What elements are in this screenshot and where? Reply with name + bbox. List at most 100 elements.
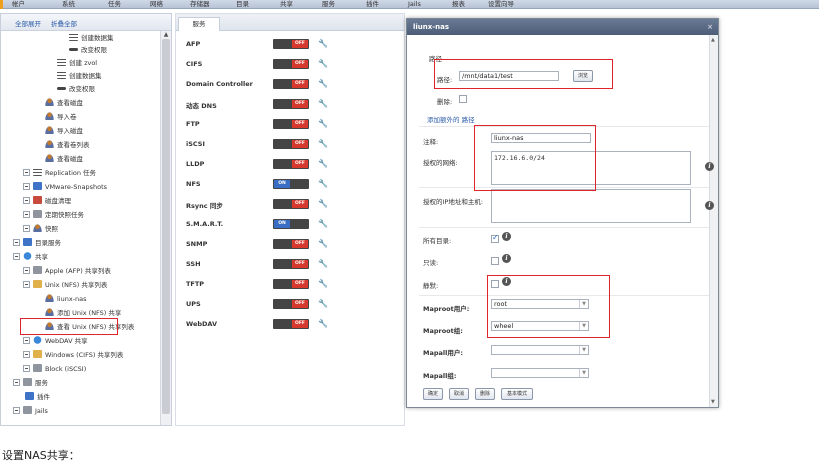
- tree-item[interactable]: 磁盘清理: [23, 196, 71, 206]
- close-icon[interactable]: ×: [707, 19, 713, 35]
- tree-item-liunx-nas[interactable]: liunx-nas: [45, 294, 87, 304]
- expand-toggle[interactable]: [23, 365, 30, 372]
- wrench-icon[interactable]: 🔧: [318, 279, 328, 288]
- expand-toggle[interactable]: [23, 169, 30, 176]
- maproot-group-select[interactable]: wheel ▼: [491, 321, 589, 331]
- tree-item[interactable]: 共享: [13, 252, 48, 262]
- menu-jails[interactable]: Jails: [408, 0, 421, 9]
- quiet-checkbox[interactable]: [491, 280, 499, 288]
- mapall-group-select[interactable]: ▼: [491, 368, 589, 378]
- service-toggle[interactable]: OFF: [273, 119, 309, 129]
- help-icon[interactable]: i: [705, 162, 714, 171]
- menu-sharing[interactable]: 共享: [280, 0, 293, 9]
- wrench-icon[interactable]: 🔧: [318, 139, 328, 148]
- menu-services[interactable]: 服务: [322, 0, 335, 9]
- tree-item[interactable]: Windows (CIFS) 共享列表: [23, 350, 123, 360]
- tree-item[interactable]: 查看 Unix (NFS) 共享列表: [45, 322, 134, 332]
- cancel-button[interactable]: 取消: [449, 388, 469, 400]
- expand-toggle[interactable]: [23, 281, 30, 288]
- wrench-icon[interactable]: 🔧: [318, 79, 328, 88]
- service-toggle[interactable]: OFF: [273, 239, 309, 249]
- tree-item[interactable]: 插件: [25, 392, 50, 402]
- maproot-user-select[interactable]: root ▼: [491, 299, 589, 309]
- ok-button[interactable]: 确定: [423, 388, 443, 400]
- scroll-up-icon[interactable]: ▲: [711, 37, 715, 43]
- expand-toggle[interactable]: [13, 239, 20, 246]
- wrench-icon[interactable]: 🔧: [318, 219, 328, 228]
- menu-tasks[interactable]: 任务: [108, 0, 121, 9]
- menu-plugins[interactable]: 插件: [366, 0, 379, 9]
- menu-accounts[interactable]: 帐户: [12, 0, 25, 9]
- expand-toggle[interactable]: [23, 211, 30, 218]
- wrench-icon[interactable]: 🔧: [318, 119, 328, 128]
- service-toggle[interactable]: ON: [273, 179, 309, 189]
- menu-wizard[interactable]: 设置向导: [488, 0, 514, 9]
- expand-toggle[interactable]: [13, 379, 20, 386]
- service-toggle[interactable]: OFF: [273, 139, 309, 149]
- tree-item[interactable]: 查看磁盘: [45, 98, 83, 108]
- service-toggle[interactable]: OFF: [273, 39, 309, 49]
- expand-toggle[interactable]: [23, 183, 30, 190]
- menu-directory[interactable]: 目录: [236, 0, 249, 9]
- delete-path-checkbox[interactable]: [459, 95, 467, 103]
- service-toggle[interactable]: ON: [273, 219, 309, 229]
- browse-button[interactable]: 浏览: [573, 70, 593, 82]
- tree-item[interactable]: 服务: [13, 378, 48, 388]
- tree-item[interactable]: Jails: [13, 406, 48, 416]
- tree-item[interactable]: 改变权限: [57, 84, 95, 94]
- tree-item[interactable]: 创建数据集: [57, 71, 102, 81]
- tree-item[interactable]: 导入磁盘: [45, 126, 83, 136]
- tree-item[interactable]: WebDAV 共享: [23, 336, 88, 346]
- help-icon[interactable]: i: [705, 201, 714, 210]
- expand-toggle[interactable]: [23, 197, 30, 204]
- scroll-thumb[interactable]: [162, 39, 170, 414]
- wrench-icon[interactable]: 🔧: [318, 179, 328, 188]
- service-toggle[interactable]: OFF: [273, 159, 309, 169]
- help-icon[interactable]: i: [502, 254, 511, 263]
- tree-item[interactable]: 添加 Unix (NFS) 共享: [45, 308, 121, 318]
- service-toggle[interactable]: OFF: [273, 59, 309, 69]
- menu-reporting[interactable]: 报表: [452, 0, 465, 9]
- tree-item[interactable]: 导入卷: [45, 112, 77, 122]
- service-toggle[interactable]: OFF: [273, 299, 309, 309]
- wrench-icon[interactable]: 🔧: [318, 239, 328, 248]
- expand-toggle[interactable]: [13, 407, 20, 414]
- tree-item[interactable]: Replication 任务: [23, 168, 96, 178]
- readonly-checkbox[interactable]: [491, 257, 499, 265]
- scroll-down-icon[interactable]: ▼: [711, 399, 715, 405]
- collapse-all-link[interactable]: 折叠全部: [51, 18, 77, 28]
- service-toggle[interactable]: OFF: [273, 319, 309, 329]
- tree-item[interactable]: 查看卷列表: [45, 140, 90, 150]
- service-toggle[interactable]: OFF: [273, 259, 309, 269]
- service-toggle[interactable]: OFF: [273, 279, 309, 289]
- wrench-icon[interactable]: 🔧: [318, 259, 328, 268]
- wrench-icon[interactable]: 🔧: [318, 159, 328, 168]
- path-input[interactable]: [459, 71, 559, 81]
- tree-item[interactable]: Apple (AFP) 共享列表: [23, 266, 111, 276]
- tree-item[interactable]: 改变权限: [69, 45, 107, 55]
- expand-all-link[interactable]: 全部展开: [15, 18, 41, 28]
- wrench-icon[interactable]: 🔧: [318, 319, 328, 328]
- expand-toggle[interactable]: [23, 225, 30, 232]
- wrench-icon[interactable]: 🔧: [318, 59, 328, 68]
- help-icon[interactable]: i: [502, 232, 511, 241]
- help-icon[interactable]: i: [502, 277, 511, 286]
- tree-item[interactable]: 创建数据集: [69, 33, 114, 43]
- comment-input[interactable]: [491, 133, 591, 143]
- wrench-icon[interactable]: 🔧: [318, 39, 328, 48]
- wrench-icon[interactable]: 🔧: [318, 99, 328, 108]
- tree-scrollbar[interactable]: ▲: [160, 31, 171, 425]
- expand-toggle[interactable]: [23, 267, 30, 274]
- tree-item[interactable]: 查看磁盘: [45, 154, 83, 164]
- service-toggle[interactable]: OFF: [273, 79, 309, 89]
- tree-item[interactable]: Block (iSCSI): [23, 364, 86, 374]
- service-toggle[interactable]: OFF: [273, 99, 309, 109]
- tree-item[interactable]: 快照: [23, 224, 58, 234]
- expand-toggle[interactable]: [23, 351, 30, 358]
- tree-item[interactable]: Unix (NFS) 共享列表: [23, 280, 107, 290]
- all-directories-checkbox[interactable]: [491, 233, 499, 243]
- menu-network[interactable]: 网络: [150, 0, 163, 9]
- menu-storage[interactable]: 存储器: [190, 0, 210, 9]
- service-toggle[interactable]: OFF: [273, 199, 309, 209]
- authorized-networks-input[interactable]: 172.16.6.0/24: [491, 151, 691, 185]
